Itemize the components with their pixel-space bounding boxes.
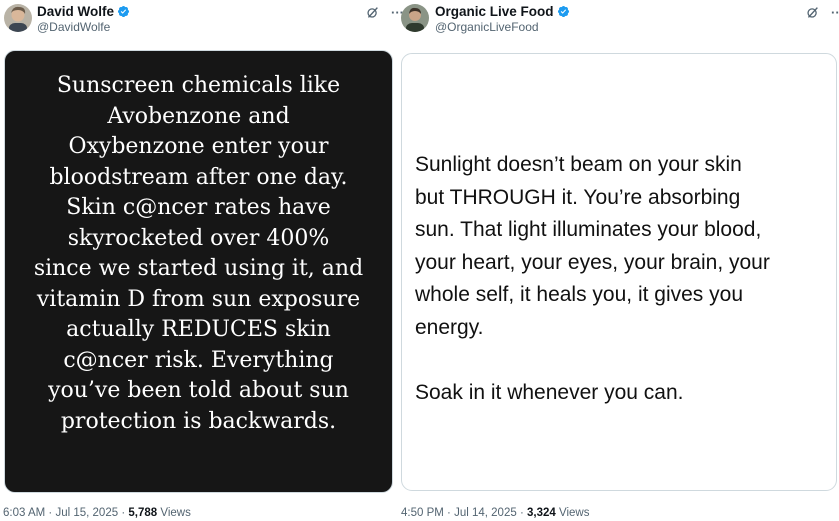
image-text-line: protection is backwards. [60,408,337,434]
image-text-line: whole self, it heals you, it gives you [415,283,744,306]
image-text-line: Skin c@ncer rates have [66,195,331,220]
meta-separator: · [121,507,126,519]
image-text-line: since we started using it, and [33,256,364,281]
tweet-time[interactable]: 6:03 AM [3,507,45,519]
tweet-date[interactable]: Jul 14, 2025 [454,507,517,519]
image-text-line: skyrocketed over 400% [67,225,330,251]
more-options-icon[interactable]: ··· [831,6,839,19]
tweet-david-wolfe[interactable]: David Wolfe @DavidWolfe ··· Sunscreen ch… [0,0,404,521]
image-text-line: actually REDUCES skin [66,317,331,342]
image-text-line: Oxybenzone enter your [68,134,329,159]
image-text-line: your heart, your eyes, your brain, your [415,250,770,274]
avatar[interactable] [401,4,429,32]
image-text-line: vitamin D from sun exposure [36,286,361,312]
image-text-line: Sunlight doesn’t beam on your skin [415,153,742,176]
tweet-organic-live-food[interactable]: Organic Live Food @OrganicLiveFood ··· S… [397,0,839,521]
author-name-text[interactable]: David Wolfe [37,4,114,19]
tweet-time[interactable]: 4:50 PM [401,507,444,519]
avatar[interactable] [4,4,32,32]
tweet-image[interactable]: Sunlight doesn’t beam on your skin but T… [401,53,837,491]
tweet-meta: 6:03 AM · Jul 15, 2025 · 5,788 Views [3,506,191,520]
tweet-image[interactable]: Sunscreen chemicals like Avobenzone and … [4,50,393,493]
image-text-line: Soak in it whenever you can. [415,380,684,404]
author-name[interactable]: Organic Live Food [435,4,570,19]
verified-badge-icon [557,5,570,18]
image-text-line: bloodstream after one day. [49,164,348,190]
views-label[interactable]: Views [160,507,190,519]
grok-icon[interactable] [366,6,379,19]
tweet-meta: 4:50 PM · Jul 14, 2025 · 3,324 Views [401,506,589,520]
verified-badge-icon [117,5,130,18]
meta-separator: · [48,507,53,519]
meta-separator: · [519,507,524,519]
image-text-line: Sunscreen chemicals like [56,73,341,98]
grok-icon[interactable] [806,6,819,19]
image-text-line: c@ncer risk. Everything [63,347,334,373]
image-text-line: you’ve been told about sun [48,378,349,403]
author-handle[interactable]: @OrganicLiveFood [435,20,570,34]
views-count[interactable]: 5,788 [128,507,157,519]
meta-separator: · [447,507,451,519]
image-text-line: but THROUGH it. You’re absorbing [415,185,741,209]
views-label[interactable]: Views [559,507,589,519]
image-text-line: sun. That light illuminates your blood, [415,218,762,241]
views-count[interactable]: 3,324 [527,507,556,519]
image-text-line: energy. [415,315,484,339]
author-name[interactable]: David Wolfe [37,4,130,19]
author-handle[interactable]: @DavidWolfe [37,20,130,34]
author-name-text[interactable]: Organic Live Food [435,4,554,19]
tweet-date[interactable]: Jul 15, 2025 [55,507,118,519]
image-text-line: Avobenzone and [107,103,290,129]
